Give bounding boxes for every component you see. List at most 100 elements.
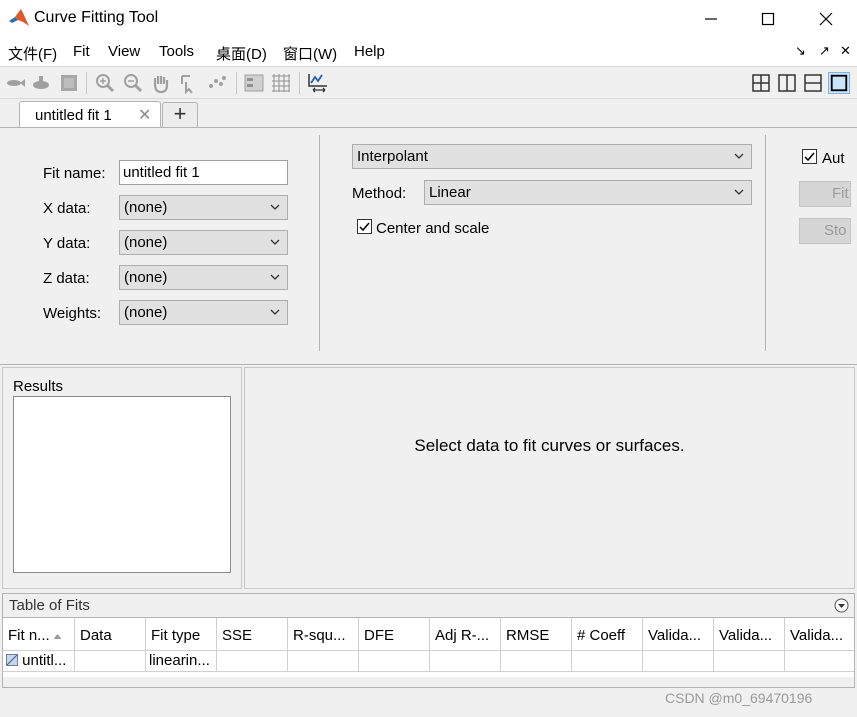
fish-tool-icon[interactable] xyxy=(4,72,26,94)
tab-label: untitled fit 1 xyxy=(35,107,112,124)
add-tab-button[interactable]: + xyxy=(162,102,198,127)
horizontal-divider xyxy=(0,364,857,365)
tab-strip: untitled fit 1 ✕ + xyxy=(0,99,857,128)
close-window-button[interactable] xyxy=(797,0,855,38)
fit-name-label: Fit name: xyxy=(43,165,106,182)
tab-untitled-fit[interactable]: untitled fit 1 ✕ xyxy=(19,101,161,128)
minimize-button[interactable] xyxy=(682,0,740,38)
watermark-text: CSDN @m0_69470196 xyxy=(665,690,813,706)
stop-button[interactable]: Sto xyxy=(799,218,851,244)
column-header-validation-1[interactable]: Valida... xyxy=(643,618,714,651)
column-header-adj-r-squared[interactable]: Adj R-... xyxy=(430,618,501,651)
results-text-area[interactable] xyxy=(13,396,231,573)
chevron-down-icon xyxy=(734,153,744,159)
auto-fit-checkbox[interactable] xyxy=(802,149,817,164)
column-header-validation-2[interactable]: Valida... xyxy=(714,618,785,651)
layout-two-rows-icon[interactable] xyxy=(802,72,824,94)
weights-select[interactable]: (none) xyxy=(119,300,288,325)
column-header-num-coeff[interactable]: # Coeff xyxy=(572,618,643,651)
column-header-fit-name[interactable]: Fit n... xyxy=(3,618,75,651)
maximize-icon xyxy=(761,12,775,26)
menu-window[interactable]: 窗口(W) xyxy=(283,43,337,64)
method-value: Linear xyxy=(429,184,471,201)
table-cell-num-coeff[interactable] xyxy=(572,651,643,672)
chevron-down-icon xyxy=(270,239,280,245)
menu-file[interactable]: 文件(F) xyxy=(8,43,57,64)
center-scale-checkbox[interactable] xyxy=(357,219,372,234)
table-cell-sse[interactable] xyxy=(217,651,288,672)
layout-two-columns-icon[interactable] xyxy=(776,72,798,94)
table-cell-adj-r-squared[interactable] xyxy=(430,651,501,672)
table-of-fits-panel: Table of Fits Fit n... Data Fit type SSE… xyxy=(2,593,855,688)
table-cell-r-squared[interactable] xyxy=(288,651,359,672)
chevron-down-icon xyxy=(270,309,280,315)
menu-view[interactable]: View xyxy=(108,43,140,60)
tab-close-icon[interactable]: ✕ xyxy=(138,105,151,125)
table-cell-data[interactable] xyxy=(75,651,146,672)
maximize-button[interactable] xyxy=(739,0,797,38)
undock-arrow-icon[interactable]: ↘ xyxy=(795,43,806,59)
plot-panel[interactable]: Select data to fit curves or surfaces. xyxy=(244,367,855,589)
grid-icon[interactable] xyxy=(270,72,292,94)
results-title: Results xyxy=(13,378,64,395)
table-cell-validation-3[interactable] xyxy=(785,651,854,672)
surface-plot-icon[interactable] xyxy=(58,72,80,94)
toolbar-separator xyxy=(86,72,87,94)
pan-hand-icon[interactable] xyxy=(150,72,172,94)
table-cell-dfe[interactable] xyxy=(359,651,430,672)
method-select[interactable]: Linear xyxy=(424,180,752,205)
table-cell-text: untitl... xyxy=(22,652,67,669)
table-cell-validation-1[interactable] xyxy=(643,651,714,672)
layout-single-panel-icon[interactable] xyxy=(828,72,850,94)
minimize-icon xyxy=(705,18,717,20)
table-cell-fit-type[interactable]: linearin... xyxy=(146,651,217,672)
x-data-select[interactable]: (none) xyxy=(119,195,288,220)
dock-arrow-icon[interactable]: ↗ xyxy=(819,43,830,59)
column-header-rmse[interactable]: RMSE xyxy=(501,618,572,651)
column-header-sse[interactable]: SSE xyxy=(217,618,288,651)
column-header-validation-3[interactable]: Valida... xyxy=(785,618,854,651)
z-data-label: Z data: xyxy=(43,270,90,287)
column-header-dfe[interactable]: DFE xyxy=(359,618,430,651)
column-header-label: Fit n... xyxy=(8,627,50,644)
sort-ascending-icon xyxy=(53,634,62,639)
toolbar xyxy=(0,66,857,99)
toolbar-separator xyxy=(299,72,300,94)
menu-bar: 文件(F) Fit View Tools 桌面(D) 窗口(W) Help ↘ … xyxy=(0,38,857,66)
column-header-r-squared[interactable]: R-squ... xyxy=(288,618,359,651)
zoom-out-icon[interactable] xyxy=(122,72,144,94)
checkmark-icon xyxy=(359,222,370,232)
menu-tools[interactable]: Tools xyxy=(159,43,194,60)
y-data-select[interactable]: (none) xyxy=(119,230,288,255)
z-data-select[interactable]: (none) xyxy=(119,265,288,290)
close-icon xyxy=(819,12,833,26)
collapse-icon[interactable] xyxy=(834,598,849,613)
fit-type-select[interactable]: Interpolant xyxy=(352,144,752,169)
table-cell-validation-2[interactable] xyxy=(714,651,785,672)
matlab-logo-icon xyxy=(9,9,29,26)
panel-divider xyxy=(765,135,766,351)
column-header-data[interactable]: Data xyxy=(75,618,146,651)
column-header-fit-type[interactable]: Fit type xyxy=(146,618,217,651)
checkmark-icon xyxy=(804,152,815,162)
x-data-value: (none) xyxy=(124,199,168,216)
title-bar: Curve Fitting Tool xyxy=(0,0,857,38)
center-scale-label: Center and scale xyxy=(376,220,490,237)
table-cell-fit-name[interactable]: untitl... xyxy=(3,651,75,672)
data-cursor-icon[interactable] xyxy=(178,72,200,94)
fit-name-input[interactable] xyxy=(119,160,288,185)
z-data-value: (none) xyxy=(124,269,168,286)
menu-desktop[interactable]: 桌面(D) xyxy=(216,43,267,64)
close-panel-icon[interactable]: ✕ xyxy=(840,43,851,59)
menu-fit[interactable]: Fit xyxy=(73,43,90,60)
zoom-in-icon[interactable] xyxy=(94,72,116,94)
table-cell-rmse[interactable] xyxy=(501,651,572,672)
axes-limits-icon[interactable] xyxy=(307,72,329,94)
y-data-value: (none) xyxy=(124,234,168,251)
exclude-outliers-icon[interactable] xyxy=(206,72,228,94)
exclude-tool-icon[interactable] xyxy=(30,72,52,94)
menu-help[interactable]: Help xyxy=(354,43,385,60)
layout-four-panels-icon[interactable] xyxy=(750,72,772,94)
legend-icon[interactable] xyxy=(243,72,265,94)
fit-button[interactable]: Fit xyxy=(799,181,851,207)
